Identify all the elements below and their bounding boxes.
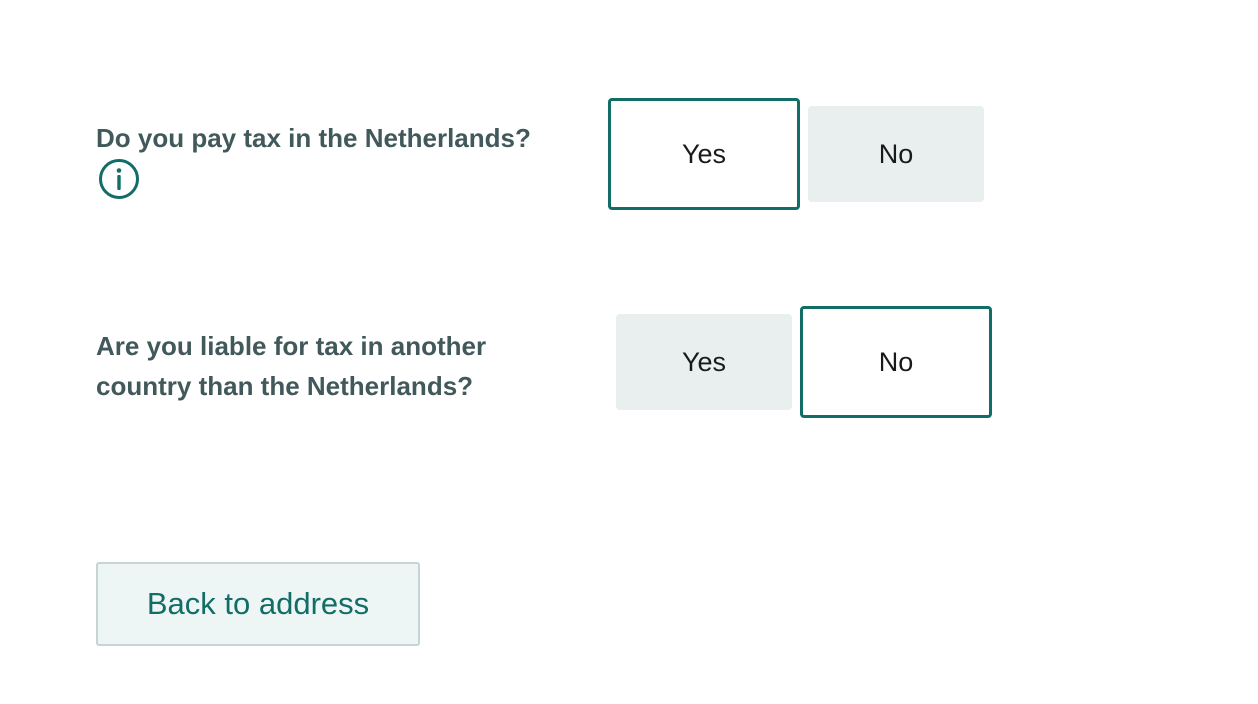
back-button-label: Back to address (146, 586, 370, 621)
pay-tax-yes-button[interactable]: Yes (608, 98, 800, 210)
back-to-address-button[interactable]: Back to address (96, 562, 420, 646)
choice-label: Yes (681, 138, 727, 169)
liable-other-country-no-button[interactable]: No (800, 306, 992, 418)
choice-label: No (878, 346, 914, 377)
tax-questions-page: Do you pay tax in the Netherlands? Yes N… (0, 0, 1258, 704)
question-pay-tax-netherlands: Do you pay tax in the Netherlands? (96, 118, 576, 200)
liable-other-country-yes-button[interactable]: Yes (616, 314, 792, 410)
question-label: Do you pay tax in the Netherlands? (96, 123, 531, 153)
choice-label: Yes (681, 346, 727, 377)
question-liable-tax-other-country: Are you liable for tax in another countr… (96, 326, 576, 406)
question-label: Are you liable for tax in another countr… (96, 331, 487, 401)
pay-tax-no-button[interactable]: No (808, 106, 984, 202)
info-icon[interactable] (98, 158, 140, 200)
choice-label: No (878, 138, 914, 169)
